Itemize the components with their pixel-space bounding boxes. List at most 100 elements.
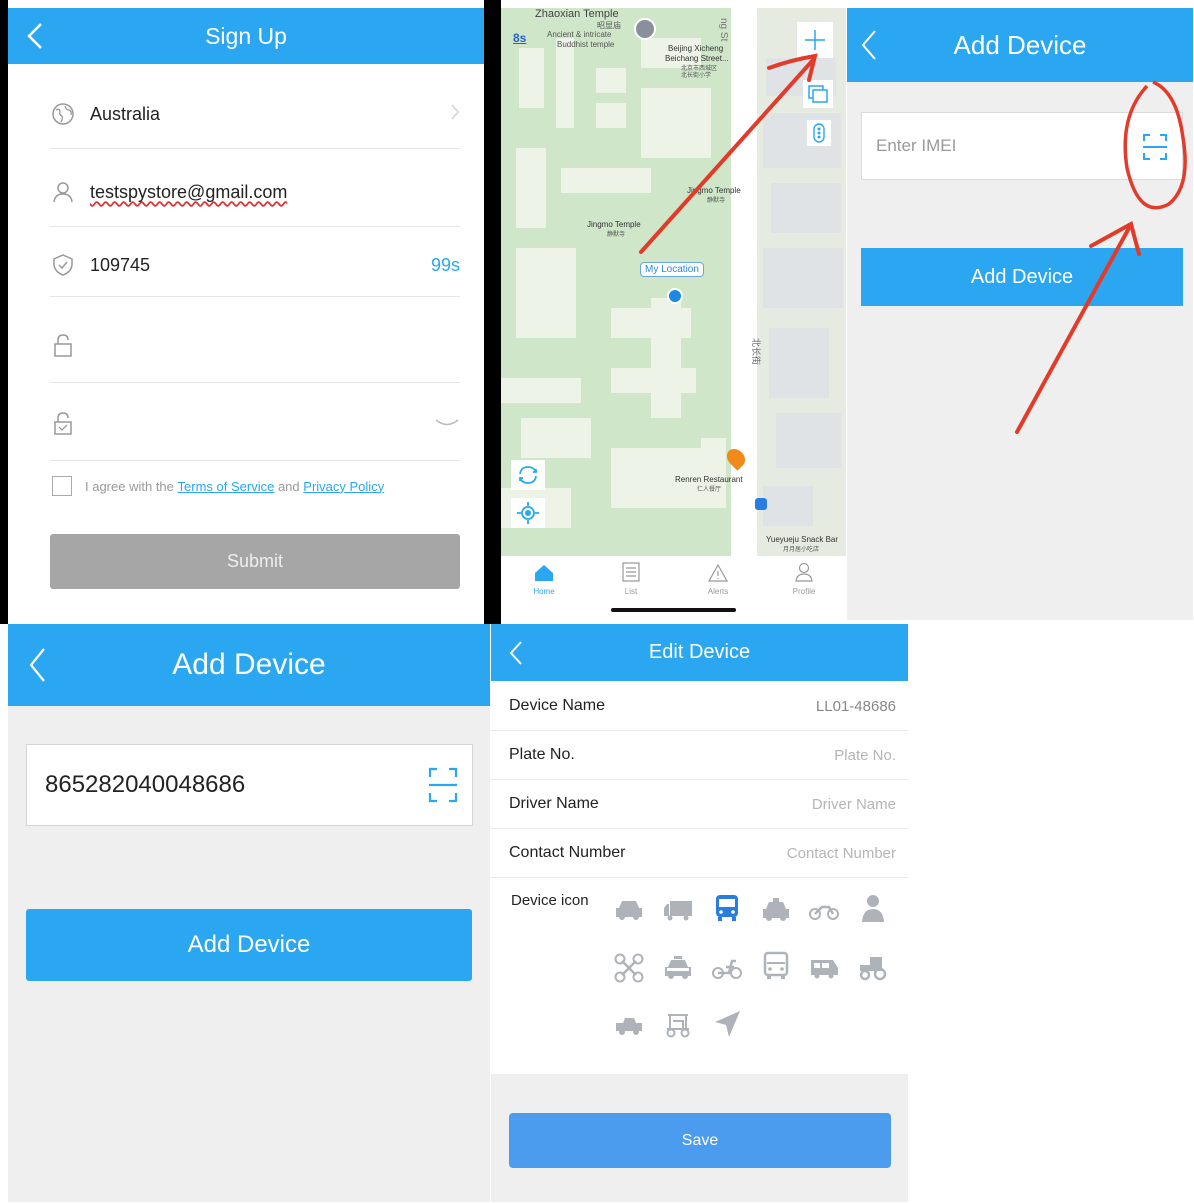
code-value: 109745 — [90, 254, 151, 275]
map-layers-button[interactable] — [803, 80, 833, 108]
locate-icon — [517, 502, 539, 524]
truck-icon[interactable] — [661, 896, 695, 924]
motorbike-icon[interactable] — [807, 896, 841, 924]
agreement-row: I agree with the Terms of Service and Pr… — [52, 476, 384, 496]
plate-no-row[interactable]: Plate No. Plate No. — [491, 731, 908, 780]
add-device-screen-empty: Add Device Enter IMEI Add Device — [847, 8, 1193, 620]
traffic-light-icon — [813, 123, 825, 143]
email-value: testspystore@gmail.com — [90, 181, 288, 202]
map-label-renren-cn: 仁人餐厅 — [697, 487, 722, 493]
scooter-icon[interactable] — [710, 954, 744, 982]
shield-check-icon — [50, 252, 76, 278]
tab-profile[interactable]: Profile — [777, 562, 831, 596]
verification-code-field[interactable]: 109745 99s — [50, 234, 460, 297]
map-label-renren: Renren Restaurant — [675, 475, 743, 484]
map-label-yueyueju-cn: 月月居小吃店 — [783, 547, 820, 553]
scan-icon — [1143, 134, 1167, 160]
privacy-link[interactable]: Privacy Policy — [303, 479, 384, 494]
person-icon[interactable] — [856, 894, 890, 922]
eye-closed-icon[interactable] — [434, 413, 460, 434]
temple-poi-icon[interactable] — [634, 18, 656, 40]
map-label-jingmo-left: Jingmo Temple — [587, 220, 641, 229]
map-canvas[interactable] — [501, 8, 846, 556]
map-label-xicheng2: Beichang Street... — [665, 54, 729, 63]
car-icon[interactable] — [612, 896, 646, 924]
bus-stop-icon[interactable] — [755, 498, 767, 510]
van-front-icon[interactable] — [759, 951, 793, 980]
scan-button[interactable] — [428, 767, 458, 808]
bus-icon[interactable] — [710, 894, 744, 922]
imei-placeholder: Enter IMEI — [876, 136, 957, 155]
resend-countdown[interactable]: 99s — [431, 255, 460, 276]
device-name-value[interactable]: LL01-48686 — [816, 698, 896, 715]
minibus-icon[interactable] — [807, 954, 841, 982]
contact-number-input[interactable]: Contact Number — [787, 845, 896, 862]
add-device-screen-filled: Add Device 865282040048686 Add Device — [8, 624, 490, 1202]
refresh-icon — [519, 466, 537, 484]
tab-home[interactable]: Home — [517, 564, 571, 596]
police-car-icon[interactable] — [661, 954, 695, 982]
page-title: Sign Up — [205, 22, 287, 49]
add-device-plus-button[interactable] — [797, 22, 833, 58]
edit-device-header: Edit Device — [491, 624, 908, 681]
terms-link[interactable]: Terms of Service — [178, 479, 275, 494]
plate-no-label: Plate No. — [509, 746, 575, 763]
lock-check-icon — [50, 410, 76, 436]
country-selector[interactable]: Australia — [50, 80, 460, 149]
tab-profile-label: Profile — [792, 587, 816, 596]
tractor-icon[interactable] — [856, 954, 890, 982]
tab-list-label: List — [624, 587, 638, 596]
device-icon-label: Device icon — [511, 892, 589, 909]
device-name-row[interactable]: Device Name LL01-48686 — [491, 682, 908, 731]
refresh-button[interactable] — [511, 460, 545, 490]
layers-icon — [808, 85, 828, 103]
tab-home-label: Home — [533, 587, 555, 596]
traffic-button[interactable] — [807, 120, 831, 146]
map-street-cn: 北长街 — [751, 338, 761, 366]
map-label-zhaoxian: Zhaoxian Temple — [535, 8, 619, 20]
password-field[interactable] — [50, 308, 460, 383]
tab-alerts[interactable]: Alerts — [691, 563, 745, 596]
contact-number-label: Contact Number — [509, 844, 626, 861]
arrow-icon[interactable] — [710, 1010, 744, 1038]
drone-icon[interactable] — [612, 953, 646, 983]
driver-name-row[interactable]: Driver Name Driver Name — [491, 780, 908, 829]
black-border-middle — [484, 0, 501, 624]
and-text: and — [277, 478, 300, 494]
my-location-label: My Location — [640, 262, 704, 277]
cart-icon[interactable] — [661, 1012, 695, 1040]
tab-list[interactable]: List — [604, 562, 658, 596]
red-annotation-marks — [1015, 80, 1187, 434]
map-label-zhaoxian-desc2: Buddhist temple — [557, 40, 615, 49]
imei-input[interactable]: Enter IMEI — [861, 112, 1183, 180]
add-device-button[interactable]: Add Device — [26, 909, 472, 981]
save-button[interactable]: Save — [509, 1113, 891, 1168]
plus-icon — [805, 30, 825, 50]
imei-input[interactable]: 865282040048686 — [26, 744, 473, 826]
map-label-yueyueju: Yueyueju Snack Bar — [766, 535, 839, 544]
submit-button[interactable]: Submit — [50, 534, 460, 589]
email-field[interactable]: testspystore@gmail.com — [50, 158, 460, 227]
jeep-icon[interactable] — [612, 1012, 646, 1040]
black-border-left — [0, 0, 8, 624]
agree-checkbox[interactable] — [52, 476, 72, 496]
map-label-zhaoxian-desc1: Ancient & intricate — [547, 30, 612, 39]
my-location-marker[interactable] — [667, 288, 683, 304]
lock-icon — [50, 332, 76, 358]
home-icon — [535, 565, 553, 581]
confirm-password-field[interactable] — [50, 386, 460, 461]
taxi-icon[interactable] — [759, 896, 793, 924]
driver-name-input[interactable]: Driver Name — [812, 796, 896, 813]
contact-number-row[interactable]: Contact Number Contact Number — [491, 829, 908, 878]
profile-icon — [795, 562, 813, 582]
locate-button[interactable] — [511, 498, 545, 528]
scan-button[interactable] — [1142, 133, 1168, 166]
add-device-button[interactable]: Add Device — [861, 248, 1183, 306]
page-title: Add Device — [953, 29, 1087, 60]
page-title: Edit Device — [648, 641, 751, 663]
plate-no-input[interactable]: Plate No. — [834, 747, 896, 764]
imei-value: 865282040048686 — [45, 771, 246, 798]
scan-icon — [428, 767, 458, 803]
sign-up-header: Sign Up — [8, 8, 484, 64]
edit-device-screen: Edit Device Device Name LL01-48686 Plate… — [491, 624, 908, 1202]
